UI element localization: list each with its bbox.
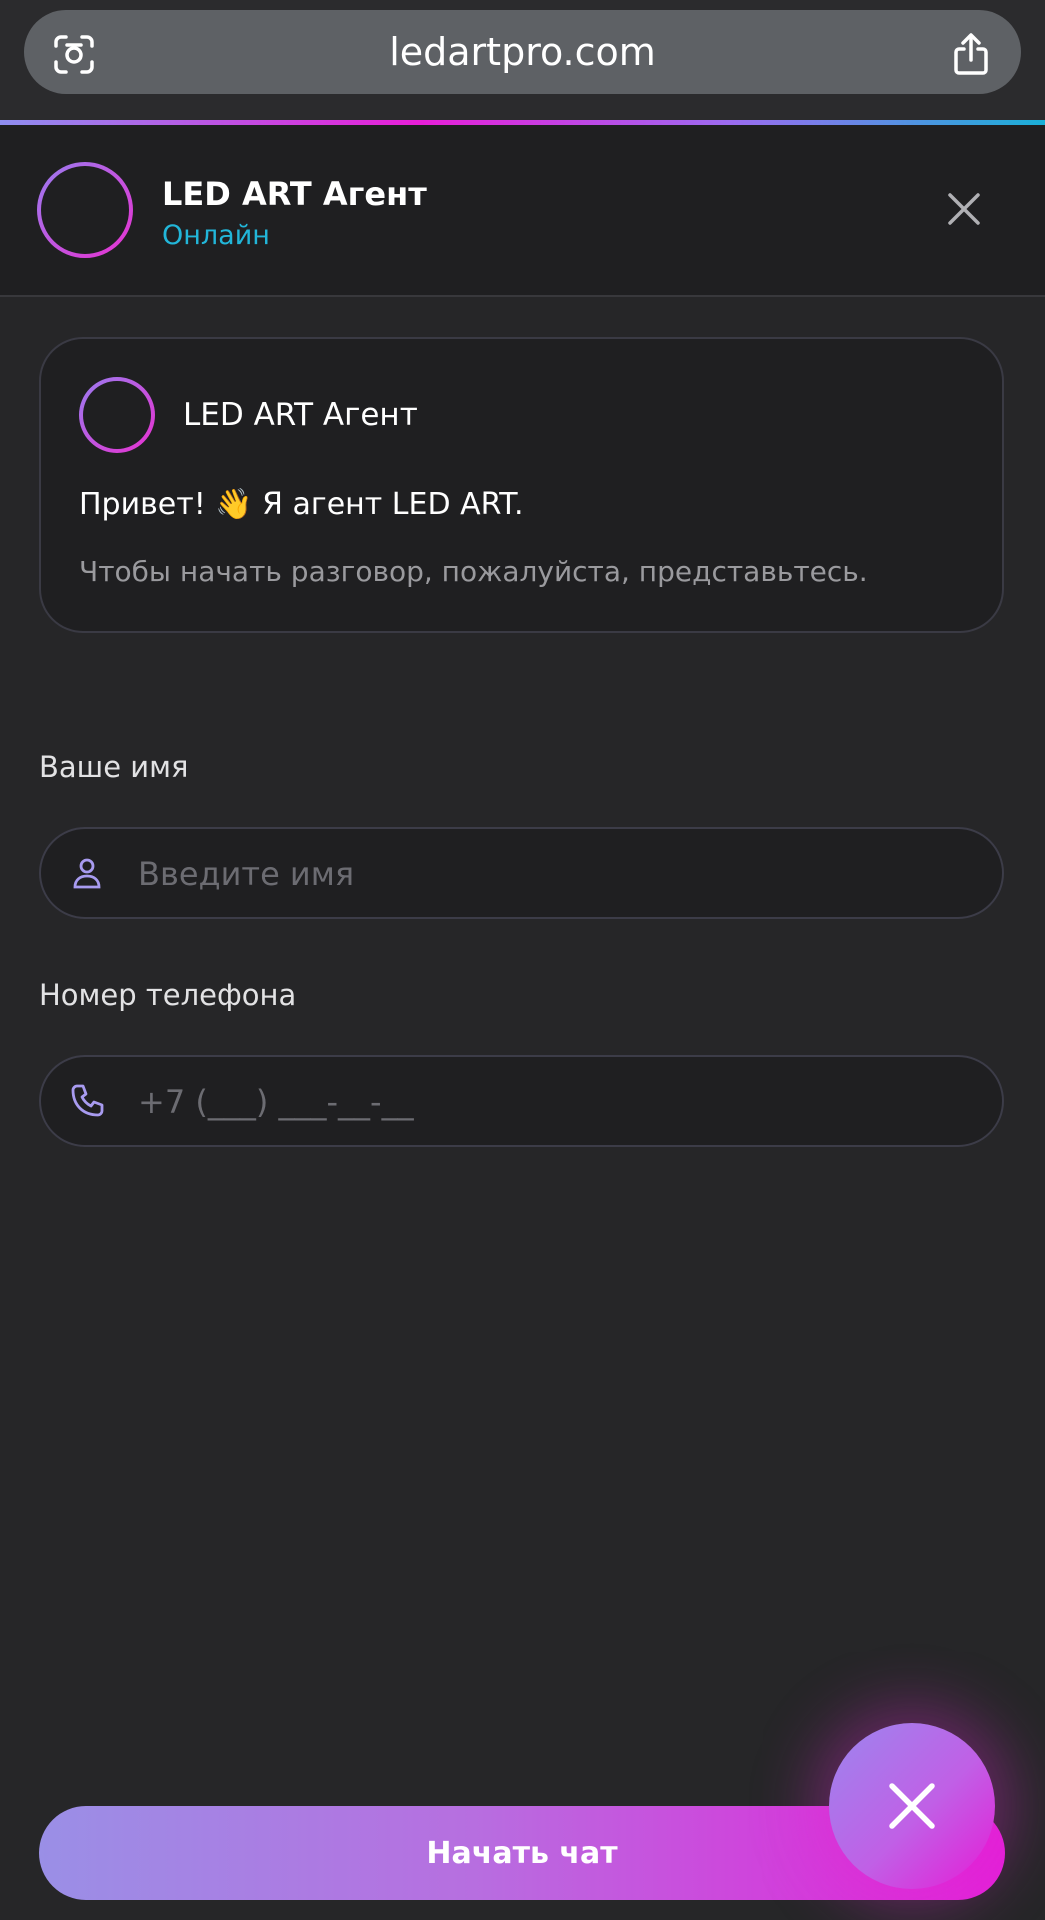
- name-field[interactable]: [39, 827, 1004, 919]
- status-text: Онлайн: [162, 220, 270, 251]
- close-icon[interactable]: [940, 185, 988, 233]
- header-title: LED ART Агент: [162, 175, 427, 213]
- address-bar[interactable]: ledartpro.com: [24, 10, 1021, 94]
- chat-header: LED ART Агент Онлайн: [0, 125, 1045, 297]
- user-icon: [69, 855, 105, 891]
- welcome-card: LED ART Агент Привет! 👋 Я агент LED ART.…: [39, 337, 1004, 633]
- share-icon[interactable]: [949, 32, 993, 76]
- phone-icon: [69, 1083, 105, 1119]
- phone-field[interactable]: [39, 1055, 1004, 1147]
- card-avatar: [79, 377, 155, 453]
- agent-avatar: [37, 162, 133, 258]
- card-title: LED ART Агент: [183, 397, 418, 433]
- greeting-text: Привет! 👋 Я агент LED ART.: [79, 487, 524, 522]
- url-text[interactable]: ledartpro.com: [24, 10, 1021, 94]
- close-icon: [889, 1783, 935, 1829]
- intro-subtitle: Чтобы начать разговор, пожалуйста, предс…: [79, 555, 868, 588]
- phone-input[interactable]: [136, 1057, 960, 1147]
- floating-close-button[interactable]: [829, 1723, 995, 1889]
- name-label: Ваше имя: [39, 750, 189, 784]
- name-input[interactable]: [136, 829, 960, 919]
- browser-bar: ledartpro.com: [0, 0, 1045, 120]
- phone-label: Номер телефона: [39, 978, 297, 1012]
